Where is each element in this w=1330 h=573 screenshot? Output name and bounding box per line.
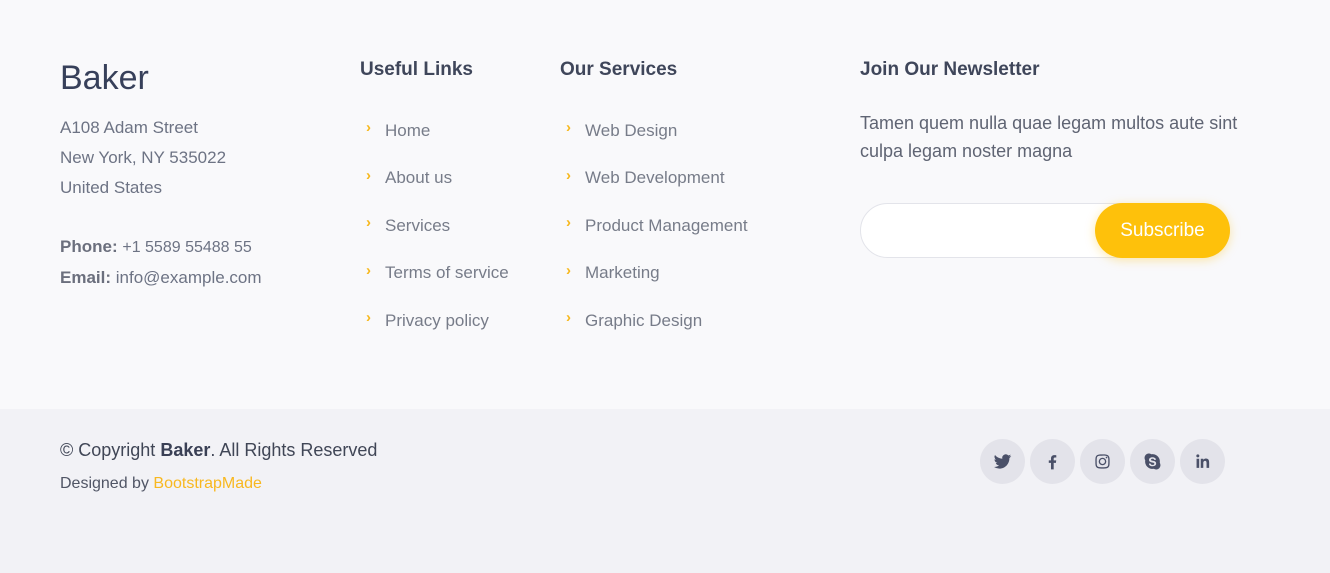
linkedin-icon (1196, 454, 1210, 468)
credits: Designed by BootstrapMade (60, 475, 262, 493)
service-link-graphic-design[interactable]: › Graphic Design (560, 297, 748, 345)
link-label: About us (385, 168, 453, 188)
phone-label: Phone: (60, 237, 118, 256)
link-label: Web Design (585, 120, 678, 140)
email-value[interactable]: info@example.com (116, 268, 262, 287)
instagram-icon (1095, 454, 1110, 469)
newsletter-description: Tamen quem nulla quae legam multos aute … (860, 113, 1238, 161)
useful-link-terms[interactable]: › Terms of service (360, 250, 509, 298)
useful-link-home[interactable]: › Home (360, 107, 509, 155)
chevron-right-icon: › (566, 309, 571, 327)
link-label: Privacy policy (385, 310, 489, 330)
service-link-web-design[interactable]: › Web Design (560, 107, 748, 155)
copyright: © Copyright Baker. All Rights Reserved (60, 440, 377, 461)
footer-brand: Baker (60, 59, 149, 97)
services-title: Our Services (560, 59, 678, 80)
chevron-right-icon: › (566, 214, 571, 232)
useful-links-list: › Home › About us › Services › Terms of serv… (360, 107, 509, 345)
skype-icon (1144, 453, 1161, 470)
email-label: Email: (60, 268, 112, 287)
newsletter-title: Join Our Newsletter (860, 59, 1040, 80)
credits-prefix: Designed by (60, 475, 149, 492)
facebook-link[interactable] (1030, 439, 1075, 484)
newsletter-email-input[interactable] (877, 214, 1096, 248)
service-link-web-development[interactable]: › Web Development (560, 155, 748, 203)
copyright-suffix: . All Rights Reserved (210, 440, 378, 460)
service-link-product-management[interactable]: › Product Management (560, 202, 748, 250)
copyright-prefix: © Copyright (60, 440, 156, 460)
twitter-link[interactable] (980, 439, 1025, 484)
copyright-brand: Baker (160, 440, 211, 460)
skype-link[interactable] (1130, 439, 1175, 484)
link-label: Web Development (585, 168, 725, 188)
instagram-link[interactable] (1080, 439, 1125, 484)
credits-link[interactable]: BootstrapMade (153, 475, 262, 492)
link-label: Terms of service (385, 263, 509, 283)
phone-value: +1 5589 55488 55 (122, 239, 252, 256)
subscribe-button[interactable]: Subscribe (1095, 203, 1230, 258)
chevron-right-icon: › (366, 309, 371, 327)
link-label: Product Management (585, 215, 748, 235)
phone-row: Phone: +1 5589 55488 55 (60, 232, 262, 263)
contact-block: Phone: +1 5589 55488 55 Email: info@exam… (60, 232, 262, 293)
chevron-right-icon: › (366, 119, 371, 137)
useful-link-services[interactable]: › Services (360, 202, 509, 250)
newsletter-form: Subscribe (860, 203, 1230, 258)
address-block: A108 Adam Street New York, NY 535022 Uni… (60, 113, 226, 203)
address-line-1: A108 Adam Street (60, 118, 198, 137)
chevron-right-icon: › (366, 214, 371, 232)
chevron-right-icon: › (566, 119, 571, 137)
address-line-2: New York, NY 535022 (60, 148, 227, 167)
useful-links-title: Useful Links (360, 59, 473, 80)
useful-link-about[interactable]: › About us (360, 155, 509, 203)
service-link-marketing[interactable]: › Marketing (560, 250, 748, 298)
twitter-icon (993, 454, 1012, 469)
email-row: Email: info@example.com (60, 263, 262, 293)
link-label: Services (385, 215, 451, 235)
link-label: Marketing (585, 263, 660, 283)
chevron-right-icon: › (566, 261, 571, 279)
social-links (980, 439, 1225, 484)
address-line-3: United States (60, 178, 163, 197)
chevron-right-icon: › (366, 261, 371, 279)
link-label: Home (385, 120, 431, 140)
facebook-icon (1048, 455, 1057, 470)
link-label: Graphic Design (585, 310, 703, 330)
chevron-right-icon: › (366, 166, 371, 184)
useful-link-privacy[interactable]: › Privacy policy (360, 297, 509, 345)
linkedin-link[interactable] (1180, 439, 1225, 484)
chevron-right-icon: › (566, 166, 571, 184)
services-list: › Web Design › Web Development › Product Ma… (560, 107, 748, 345)
